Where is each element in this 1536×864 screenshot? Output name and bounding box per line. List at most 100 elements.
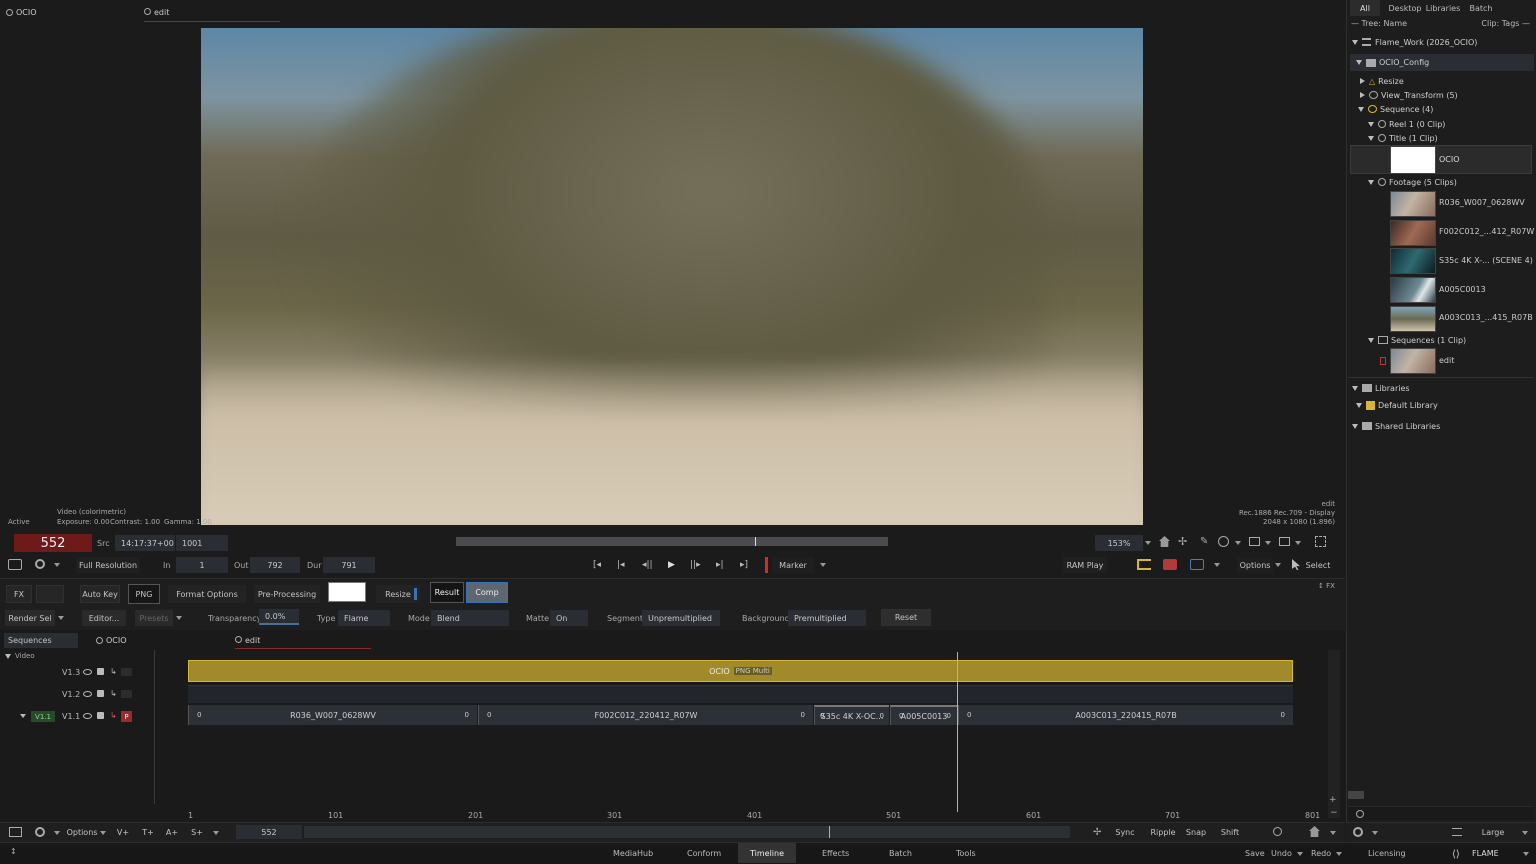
overwrite-icon[interactable] (1163, 559, 1177, 570)
redo-button[interactable]: Redo (1311, 843, 1331, 863)
video-section[interactable]: Video (5, 652, 35, 660)
thumb-footage[interactable] (1390, 248, 1436, 274)
go-to-end-icon[interactable]: ▸| (716, 560, 724, 570)
chevron-down-icon[interactable] (176, 616, 182, 620)
chevron-down-icon[interactable] (1330, 831, 1336, 835)
add-audio-track-button[interactable]: A+ (163, 825, 181, 840)
tab-ocio[interactable]: OCIO (96, 636, 127, 645)
crosshair-icon[interactable] (1218, 536, 1229, 547)
format-options-button[interactable]: Format Options (168, 585, 246, 603)
home-icon[interactable] (1159, 536, 1170, 547)
insert-icon[interactable] (1137, 559, 1151, 570)
step-forward-icon[interactable]: ||▸ (690, 560, 701, 570)
timeline-vscroll[interactable] (1328, 650, 1340, 818)
chevron-down-icon[interactable] (54, 563, 60, 567)
tree-sequences[interactable]: Sequences (1 Clip) (1350, 334, 1534, 346)
lock-icon[interactable] (97, 690, 104, 697)
nav-conform[interactable]: Conform (687, 843, 721, 863)
browser-tab-batch[interactable]: Batch (1466, 0, 1496, 16)
scrub-playhead[interactable] (755, 537, 756, 546)
tree-title[interactable]: Title (1 Clip) (1350, 132, 1534, 144)
undo-button[interactable]: Undo (1271, 843, 1292, 863)
marker-button[interactable]: Marker (772, 557, 814, 573)
size-button[interactable]: Large (1470, 825, 1516, 840)
pre-processing-button[interactable]: Pre-Processing (254, 585, 320, 603)
timeline-clip[interactable]: 0 F002C012_220412_R07W 0 (478, 705, 813, 725)
expand-icon[interactable]: ↕ (10, 847, 17, 856)
type-field[interactable]: Flame (338, 610, 390, 626)
tree-shared-libraries[interactable]: Shared Libraries (1350, 420, 1534, 432)
licensing-button[interactable]: Licensing (1368, 843, 1406, 863)
segment-field[interactable]: Unpremultiplied (642, 610, 720, 626)
result-button[interactable]: Result (430, 582, 464, 603)
display-icon[interactable] (1249, 537, 1260, 546)
tree-view-transform[interactable]: View_Transform (5) (1350, 89, 1534, 101)
tree-clip-label[interactable]: A003C013_...415_R07B (1439, 313, 1533, 322)
png-button[interactable]: PNG (128, 584, 160, 604)
render-sel-button[interactable]: Render Sel (5, 610, 55, 626)
chevron-down-icon[interactable] (1336, 852, 1342, 856)
chevron-down-icon[interactable] (1214, 563, 1220, 567)
eyedropper-icon[interactable]: ✎ (1200, 536, 1211, 547)
timecode-field[interactable]: 14:17:37+00 (115, 535, 175, 551)
lock-icon[interactable] (97, 712, 104, 719)
browser-tab-desktop[interactable]: Desktop (1388, 0, 1422, 16)
chevron-down-icon[interactable] (1372, 831, 1378, 835)
viewer-image[interactable] (201, 28, 1143, 525)
transparency-field[interactable]: 0.0% (259, 609, 299, 625)
tree-workspace[interactable]: Flame_Work (2026_OCIO) (1350, 36, 1534, 48)
timeline-frame-field[interactable]: 552 (236, 825, 302, 839)
chevron-down-icon[interactable] (1275, 563, 1281, 567)
browser-search[interactable] (1348, 806, 1534, 820)
tree-default-library[interactable]: Default Library (1350, 399, 1534, 411)
options-button[interactable]: Options (1237, 557, 1273, 573)
ram-play-button[interactable]: RAM Play (1063, 557, 1107, 573)
reset-button[interactable]: Reset (881, 609, 931, 626)
chevron-down-icon[interactable] (20, 714, 26, 718)
presets-button[interactable]: Presets (135, 610, 173, 626)
scrub-bar[interactable] (456, 537, 888, 546)
snap-button[interactable]: Snap (1182, 825, 1210, 840)
frame-counter[interactable]: 552 (14, 534, 92, 552)
browser-tab-all[interactable]: All (1350, 0, 1380, 16)
src-frame-field[interactable]: 1001 (176, 535, 228, 551)
thumb-footage[interactable] (1390, 191, 1436, 217)
zoom-field[interactable]: 153% (1095, 535, 1143, 551)
comp-button[interactable]: Comp (466, 582, 508, 603)
chevron-down-icon[interactable] (1523, 852, 1529, 856)
timeline-mode-icon[interactable] (9, 827, 22, 837)
fx-toggle[interactable]: ↕ FX (1318, 582, 1335, 590)
fullscreen-icon[interactable] (1315, 536, 1326, 547)
list-view-icon[interactable] (1452, 828, 1462, 836)
tree-name-sort[interactable]: — Tree: Name (1351, 19, 1407, 28)
layout-icon[interactable] (1279, 537, 1290, 546)
chevron-down-icon[interactable] (1297, 852, 1303, 856)
go-to-in-icon[interactable]: [◂ (593, 560, 601, 570)
track-swatch[interactable] (121, 668, 132, 676)
sync-icon[interactable]: ✢ (1093, 827, 1101, 838)
track-header-v12[interactable]: V1.2 ↳ (0, 684, 154, 704)
chevron-down-icon[interactable] (1265, 541, 1271, 545)
nav-timeline[interactable]: Timeline (738, 843, 796, 863)
chevron-down-icon[interactable] (54, 831, 60, 835)
viewer-tab-ocio[interactable]: OCIO (6, 8, 37, 17)
eye-icon[interactable] (83, 691, 92, 697)
track-patch[interactable]: V1.1 (31, 711, 55, 722)
chevron-down-icon[interactable] (213, 831, 219, 835)
gear-icon[interactable] (35, 559, 45, 569)
timeline-clip[interactable]: 0 R036_W007_0628WV 0 (188, 705, 477, 725)
tab-sequences[interactable]: Sequences (4, 633, 78, 648)
fx-thumb-button[interactable] (36, 585, 64, 603)
track-header-v13[interactable]: V1.3 ↳ (0, 662, 154, 682)
zoom-out-icon[interactable]: − (1330, 808, 1338, 818)
tree-project[interactable]: OCIO_Config (1350, 54, 1534, 71)
matte-field[interactable]: On (550, 610, 588, 626)
timeline-hscroll-playhead[interactable] (829, 826, 830, 838)
browser-tab-libraries[interactable]: Libraries (1424, 0, 1462, 16)
tree-sequence[interactable]: Sequence (4) (1350, 103, 1534, 115)
track-header-v11[interactable]: V1.1 V1.1 ↳ P (0, 706, 154, 726)
viewer-tab-edit[interactable]: edit (144, 8, 280, 22)
link-icon[interactable]: ↳ (110, 689, 117, 698)
shift-button[interactable]: Shift (1216, 825, 1244, 840)
add-subtitle-track-button[interactable]: S+ (188, 825, 206, 840)
